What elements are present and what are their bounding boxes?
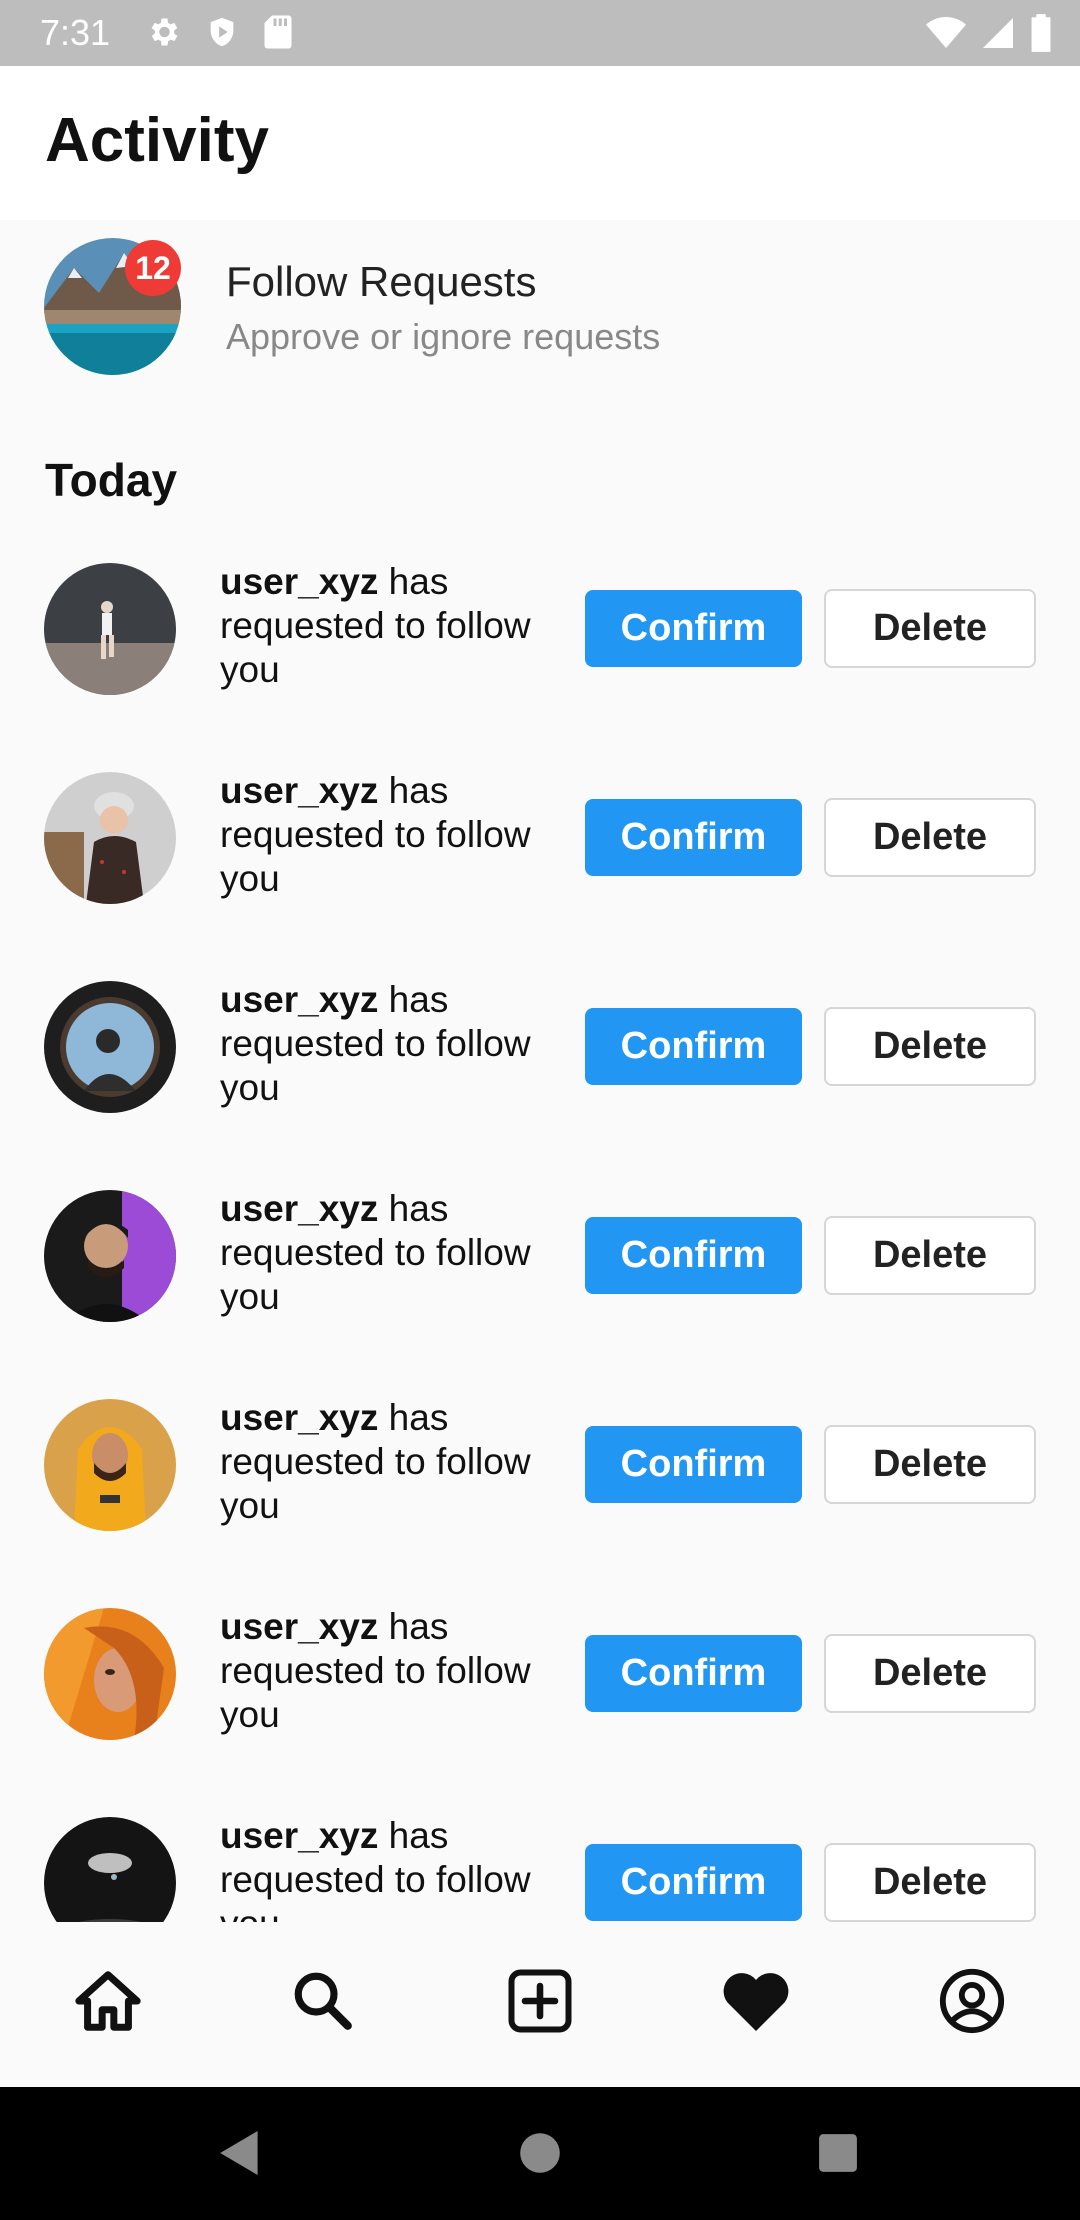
gear-icon	[145, 14, 181, 50]
request-list[interactable]: user_xyz has requested to follow you Con…	[0, 540, 1080, 1922]
follow-requests-title: Follow Requests	[226, 258, 537, 305]
request-text: user_xyz has requested to follow you	[220, 1814, 550, 1922]
delete-button[interactable]: Delete	[824, 798, 1036, 877]
avatar[interactable]	[44, 1817, 176, 1922]
delete-button[interactable]: Delete	[824, 589, 1036, 668]
status-icons-left	[145, 14, 293, 50]
follow-requests-badge: 12	[125, 240, 181, 296]
avatar[interactable]	[44, 563, 176, 695]
confirm-button[interactable]: Confirm	[585, 1426, 802, 1503]
username[interactable]: user_xyz	[220, 1397, 378, 1438]
sd-card-icon	[263, 14, 293, 50]
follow-requests-subtitle: Approve or ignore requests	[226, 316, 661, 357]
system-nav-bar	[0, 2087, 1080, 2220]
username[interactable]: user_xyz	[220, 1606, 378, 1647]
request-text: user_xyz has requested to follow you	[220, 1396, 550, 1528]
avatar[interactable]	[44, 772, 176, 904]
username[interactable]: user_xyz	[220, 1815, 378, 1856]
confirm-button[interactable]: Confirm	[585, 799, 802, 876]
request-text: user_xyz has requested to follow you	[220, 769, 550, 901]
avatar[interactable]	[44, 1190, 176, 1322]
list-item: user_xyz has requested to follow you Con…	[0, 1794, 1080, 1922]
profile-icon[interactable]	[927, 1956, 1017, 2046]
list-item: user_xyz has requested to follow you Con…	[0, 749, 1080, 958]
list-item: user_xyz has requested to follow you Con…	[0, 1376, 1080, 1585]
avatar[interactable]	[44, 1399, 176, 1531]
list-item: user_xyz has requested to follow you Con…	[0, 958, 1080, 1167]
delete-button[interactable]: Delete	[824, 1216, 1036, 1295]
delete-button[interactable]: Delete	[824, 1843, 1036, 1922]
recents-icon[interactable]	[808, 2123, 868, 2183]
avatar[interactable]	[44, 981, 176, 1113]
status-bar: 7:31	[0, 0, 1080, 66]
back-icon[interactable]	[210, 2123, 270, 2183]
delete-button[interactable]: Delete	[824, 1634, 1036, 1713]
username[interactable]: user_xyz	[220, 561, 378, 602]
request-text: user_xyz has requested to follow you	[220, 1605, 550, 1737]
page-title: Activity	[45, 106, 269, 175]
home-circle-icon[interactable]	[510, 2123, 570, 2183]
search-icon[interactable]	[278, 1956, 368, 2046]
avatar[interactable]	[44, 1608, 176, 1740]
request-text: user_xyz has requested to follow you	[220, 560, 550, 692]
confirm-button[interactable]: Confirm	[585, 1008, 802, 1085]
battery-icon	[1030, 14, 1052, 52]
bottom-nav	[0, 1922, 1080, 2087]
section-heading-today: Today	[45, 454, 178, 506]
wifi-icon	[926, 15, 966, 51]
add-post-icon[interactable]	[495, 1956, 585, 2046]
app-bar: Activity	[0, 66, 1080, 220]
list-item: user_xyz has requested to follow you Con…	[0, 1167, 1080, 1376]
status-time: 7:31	[40, 12, 111, 53]
list-item: user_xyz has requested to follow you Con…	[0, 540, 1080, 749]
home-icon[interactable]	[63, 1956, 153, 2046]
confirm-button[interactable]: Confirm	[585, 1217, 802, 1294]
heart-icon[interactable]	[711, 1956, 801, 2046]
username[interactable]: user_xyz	[220, 1188, 378, 1229]
confirm-button[interactable]: Confirm	[585, 590, 802, 667]
signal-icon	[980, 15, 1016, 51]
username[interactable]: user_xyz	[220, 770, 378, 811]
shield-play-icon	[205, 14, 239, 50]
confirm-button[interactable]: Confirm	[585, 1635, 802, 1712]
request-text: user_xyz has requested to follow you	[220, 1187, 550, 1319]
delete-button[interactable]: Delete	[824, 1425, 1036, 1504]
confirm-button[interactable]: Confirm	[585, 1844, 802, 1921]
list-item: user_xyz has requested to follow you Con…	[0, 1585, 1080, 1794]
request-text: user_xyz has requested to follow you	[220, 978, 550, 1110]
delete-button[interactable]: Delete	[824, 1007, 1036, 1086]
username[interactable]: user_xyz	[220, 979, 378, 1020]
status-icons-right	[926, 14, 1052, 52]
